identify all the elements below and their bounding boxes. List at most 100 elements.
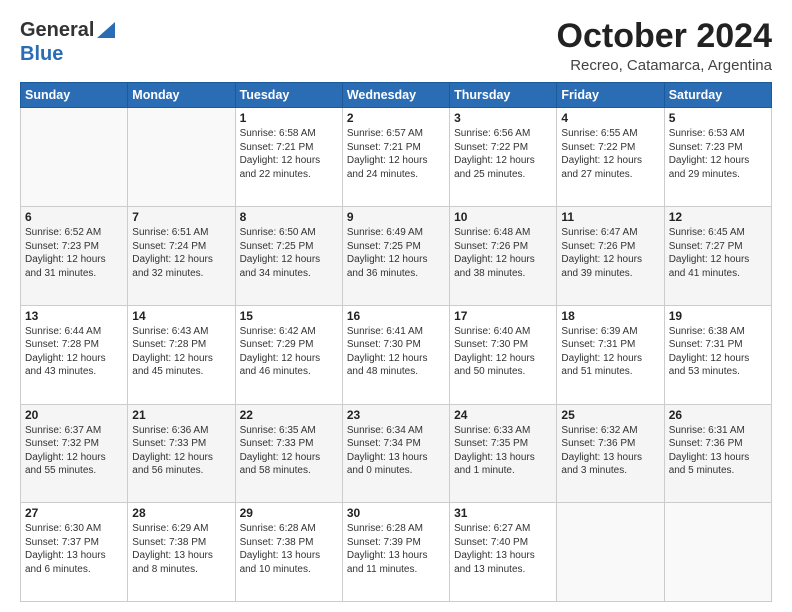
table-row: 2 Sunrise: 6:57 AM Sunset: 7:21 PM Daylig… — [342, 108, 449, 207]
day-number: 10 — [454, 210, 552, 224]
table-row: 10 Sunrise: 6:48 AM Sunset: 7:26 PM Dayli… — [450, 207, 557, 306]
day-info: Sunrise: 6:31 AM Sunset: 7:36 PM Dayligh… — [669, 424, 767, 478]
table-row — [557, 503, 664, 602]
day-info: Sunrise: 6:49 AM Sunset: 7:25 PM Dayligh… — [347, 226, 445, 280]
day-info: Sunrise: 6:52 AM Sunset: 7:23 PM Dayligh… — [25, 226, 123, 280]
day-number: 3 — [454, 111, 552, 125]
day-number: 25 — [561, 408, 659, 422]
day-info: Sunrise: 6:32 AM Sunset: 7:36 PM Dayligh… — [561, 424, 659, 478]
calendar-week-row: 20Sunrise: 6:37 AM Sunset: 7:32 PM Dayli… — [21, 404, 772, 503]
day-number: 29 — [240, 506, 338, 520]
day-number: 28 — [132, 506, 230, 520]
day-number: 1 — [240, 111, 338, 125]
table-row: 21Sunrise: 6:36 AM Sunset: 7:33 PM Dayli… — [128, 404, 235, 503]
table-row: 17 Sunrise: 6:40 AM Sunset: 7:30 PM Dayli… — [450, 305, 557, 404]
table-row: 24Sunrise: 6:33 AM Sunset: 7:35 PM Dayli… — [450, 404, 557, 503]
day-number: 31 — [454, 506, 552, 520]
table-row: 29 Sunrise: 6:28 AM Sunset: 7:38 PM Dayli… — [235, 503, 342, 602]
header-friday: Friday — [557, 83, 664, 108]
day-info: Sunrise: 6:51 AM Sunset: 7:24 PM Dayligh… — [132, 226, 230, 280]
calendar-week-row: 6 Sunrise: 6:52 AM Sunset: 7:23 PM Daylig… — [21, 207, 772, 306]
table-row: 27 Sunrise: 6:30 AM Sunset: 7:37 PM Dayli… — [21, 503, 128, 602]
day-info: Sunrise: 6:56 AM Sunset: 7:22 PM Dayligh… — [454, 127, 552, 181]
table-row: 23 Sunrise: 6:34 AM Sunset: 7:34 PM Dayli… — [342, 404, 449, 503]
calendar-week-row: 13Sunrise: 6:44 AM Sunset: 7:28 PM Dayli… — [21, 305, 772, 404]
table-row: 22Sunrise: 6:35 AM Sunset: 7:33 PM Dayli… — [235, 404, 342, 503]
day-number: 11 — [561, 210, 659, 224]
table-row: 25 Sunrise: 6:32 AM Sunset: 7:36 PM Dayli… — [557, 404, 664, 503]
day-number: 17 — [454, 309, 552, 323]
table-row: 5Sunrise: 6:53 AM Sunset: 7:23 PM Daylig… — [664, 108, 771, 207]
logo-general: General — [20, 19, 94, 41]
day-info: Sunrise: 6:38 AM Sunset: 7:31 PM Dayligh… — [669, 325, 767, 379]
day-info: Sunrise: 6:41 AM Sunset: 7:30 PM Dayligh… — [347, 325, 445, 379]
table-row: 26 Sunrise: 6:31 AM Sunset: 7:36 PM Dayli… — [664, 404, 771, 503]
day-info: Sunrise: 6:40 AM Sunset: 7:30 PM Dayligh… — [454, 325, 552, 379]
day-number: 30 — [347, 506, 445, 520]
day-info: Sunrise: 6:57 AM Sunset: 7:21 PM Dayligh… — [347, 127, 445, 181]
day-number: 6 — [25, 210, 123, 224]
table-row: 1 Sunrise: 6:58 AM Sunset: 7:21 PM Daylig… — [235, 108, 342, 207]
day-info: Sunrise: 6:42 AM Sunset: 7:29 PM Dayligh… — [240, 325, 338, 379]
day-number: 27 — [25, 506, 123, 520]
header-tuesday: Tuesday — [235, 83, 342, 108]
header-thursday: Thursday — [450, 83, 557, 108]
day-info: Sunrise: 6:45 AM Sunset: 7:27 PM Dayligh… — [669, 226, 767, 280]
day-info: Sunrise: 6:44 AM Sunset: 7:28 PM Dayligh… — [25, 325, 123, 379]
logo: General Blue — [20, 18, 115, 65]
day-number: 5 — [669, 111, 767, 125]
day-number: 12 — [669, 210, 767, 224]
title-location: Recreo, Catamarca, Argentina — [557, 57, 772, 74]
day-info: Sunrise: 6:55 AM Sunset: 7:22 PM Dayligh… — [561, 127, 659, 181]
table-row — [21, 108, 128, 207]
table-row: 16 Sunrise: 6:41 AM Sunset: 7:30 PM Dayli… — [342, 305, 449, 404]
table-row: 31 Sunrise: 6:27 AM Sunset: 7:40 PM Dayli… — [450, 503, 557, 602]
logo-blue: Blue — [20, 43, 63, 65]
table-row: 8Sunrise: 6:50 AM Sunset: 7:25 PM Daylig… — [235, 207, 342, 306]
table-row: 13Sunrise: 6:44 AM Sunset: 7:28 PM Dayli… — [21, 305, 128, 404]
day-info: Sunrise: 6:50 AM Sunset: 7:25 PM Dayligh… — [240, 226, 338, 280]
header-wednesday: Wednesday — [342, 83, 449, 108]
day-info: Sunrise: 6:36 AM Sunset: 7:33 PM Dayligh… — [132, 424, 230, 478]
header-sunday: Sunday — [21, 83, 128, 108]
table-row: 28Sunrise: 6:29 AM Sunset: 7:38 PM Dayli… — [128, 503, 235, 602]
day-info: Sunrise: 6:37 AM Sunset: 7:32 PM Dayligh… — [25, 424, 123, 478]
day-number: 9 — [347, 210, 445, 224]
table-row — [664, 503, 771, 602]
table-row: 11 Sunrise: 6:47 AM Sunset: 7:26 PM Dayli… — [557, 207, 664, 306]
day-number: 4 — [561, 111, 659, 125]
logo-triangle-icon — [97, 20, 115, 43]
calendar-week-row: 1 Sunrise: 6:58 AM Sunset: 7:21 PM Daylig… — [21, 108, 772, 207]
table-row: 18 Sunrise: 6:39 AM Sunset: 7:31 PM Dayli… — [557, 305, 664, 404]
day-number: 14 — [132, 309, 230, 323]
table-row: 9 Sunrise: 6:49 AM Sunset: 7:25 PM Daylig… — [342, 207, 449, 306]
title-block: October 2024 Recreo, Catamarca, Argentin… — [557, 18, 772, 74]
table-row: 6 Sunrise: 6:52 AM Sunset: 7:23 PM Daylig… — [21, 207, 128, 306]
day-info: Sunrise: 6:34 AM Sunset: 7:34 PM Dayligh… — [347, 424, 445, 478]
day-number: 23 — [347, 408, 445, 422]
table-row: 15Sunrise: 6:42 AM Sunset: 7:29 PM Dayli… — [235, 305, 342, 404]
day-info: Sunrise: 6:39 AM Sunset: 7:31 PM Dayligh… — [561, 325, 659, 379]
day-number: 18 — [561, 309, 659, 323]
calendar-table: Sunday Monday Tuesday Wednesday Thursday… — [20, 82, 772, 602]
day-info: Sunrise: 6:43 AM Sunset: 7:28 PM Dayligh… — [132, 325, 230, 379]
table-row: 3 Sunrise: 6:56 AM Sunset: 7:22 PM Daylig… — [450, 108, 557, 207]
day-number: 26 — [669, 408, 767, 422]
table-row: 14 Sunrise: 6:43 AM Sunset: 7:28 PM Dayli… — [128, 305, 235, 404]
day-info: Sunrise: 6:27 AM Sunset: 7:40 PM Dayligh… — [454, 522, 552, 576]
day-info: Sunrise: 6:58 AM Sunset: 7:21 PM Dayligh… — [240, 127, 338, 181]
day-number: 16 — [347, 309, 445, 323]
day-info: Sunrise: 6:48 AM Sunset: 7:26 PM Dayligh… — [454, 226, 552, 280]
day-number: 2 — [347, 111, 445, 125]
day-info: Sunrise: 6:28 AM Sunset: 7:38 PM Dayligh… — [240, 522, 338, 576]
day-number: 24 — [454, 408, 552, 422]
day-info: Sunrise: 6:47 AM Sunset: 7:26 PM Dayligh… — [561, 226, 659, 280]
day-number: 19 — [669, 309, 767, 323]
day-info: Sunrise: 6:30 AM Sunset: 7:37 PM Dayligh… — [25, 522, 123, 576]
calendar-week-row: 27 Sunrise: 6:30 AM Sunset: 7:37 PM Dayli… — [21, 503, 772, 602]
header-monday: Monday — [128, 83, 235, 108]
table-row — [128, 108, 235, 207]
header: General Blue October 2024 Recreo, Catama… — [20, 18, 772, 74]
table-row: 19 Sunrise: 6:38 AM Sunset: 7:31 PM Dayli… — [664, 305, 771, 404]
day-number: 22 — [240, 408, 338, 422]
